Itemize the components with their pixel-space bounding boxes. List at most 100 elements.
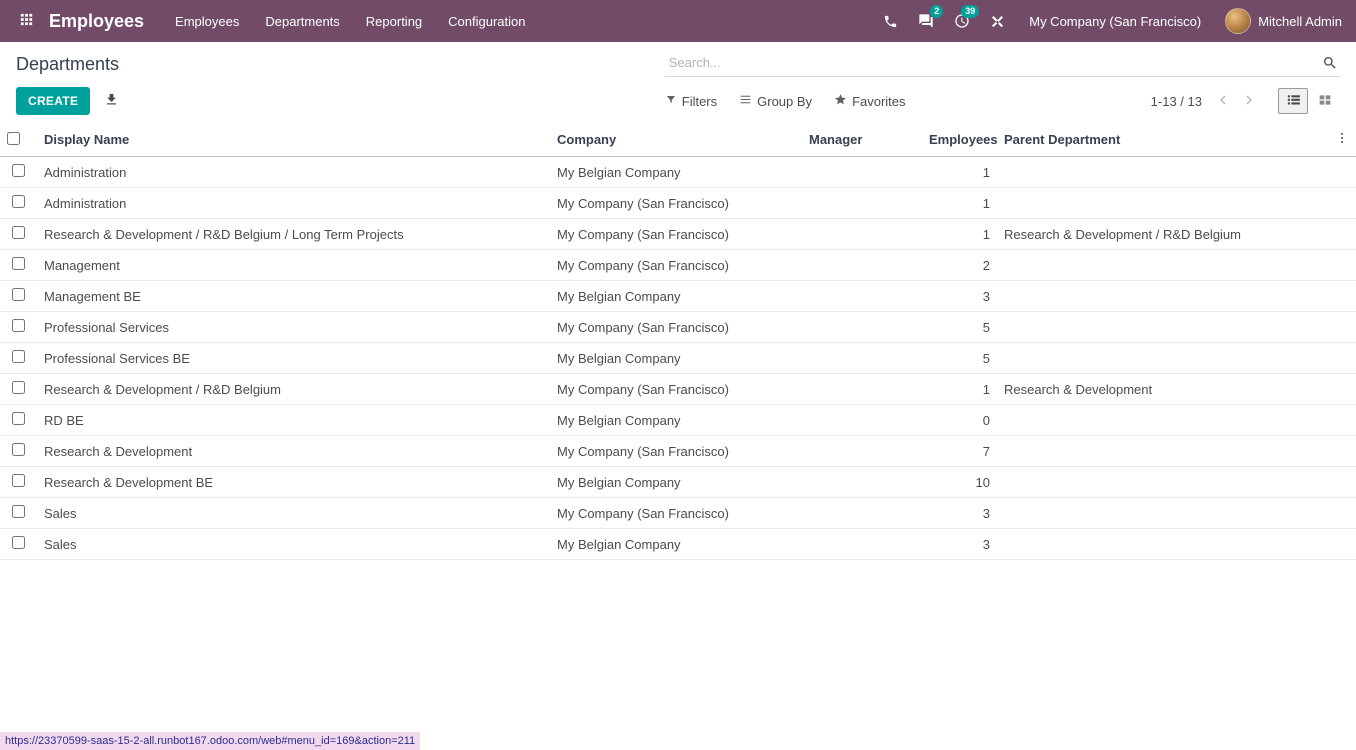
row-checkbox[interactable] <box>12 319 25 332</box>
pager-next-button[interactable] <box>1238 89 1260 114</box>
breadcrumb: Departments <box>16 54 665 77</box>
cell-display-name: Research & Development BE <box>37 467 550 498</box>
table-row[interactable]: Management BEMy Belgian Company3 <box>0 281 1356 312</box>
row-checkbox-cell <box>0 219 37 250</box>
cell-employees: 1 <box>922 219 997 250</box>
cell-company: My Company (San Francisco) <box>550 250 802 281</box>
search-icon[interactable] <box>1322 55 1338 71</box>
chevron-left-icon <box>1214 91 1232 112</box>
row-checkbox-cell <box>0 157 37 188</box>
messages-button[interactable]: 2 <box>908 0 944 42</box>
export-button[interactable] <box>102 90 121 112</box>
cell-display-name: Sales <box>37 529 550 560</box>
optional-columns-icon[interactable] <box>1335 131 1349 145</box>
company-switcher[interactable]: My Company (San Francisco) <box>1015 14 1215 29</box>
cell-display-name: Professional Services <box>37 312 550 343</box>
activities-button[interactable]: 39 <box>944 0 980 42</box>
download-icon <box>104 92 119 110</box>
create-button[interactable]: CREATE <box>16 87 90 115</box>
row-checkbox-cell <box>0 188 37 219</box>
cell-employees: 7 <box>922 436 997 467</box>
row-checkbox[interactable] <box>12 412 25 425</box>
table-row[interactable]: AdministrationMy Belgian Company1 <box>0 157 1356 188</box>
select-all-checkbox[interactable] <box>7 132 20 145</box>
favorites-button[interactable]: Favorites <box>834 93 905 109</box>
row-checkbox-cell <box>0 312 37 343</box>
cell-company: My Belgian Company <box>550 467 802 498</box>
row-checkbox-cell <box>0 467 37 498</box>
user-menu[interactable]: Mitchell Admin <box>1215 8 1346 34</box>
app-title: Employees <box>49 11 144 32</box>
cell-manager <box>802 405 922 436</box>
pager-previous-button[interactable] <box>1212 89 1234 114</box>
support-tools-button[interactable] <box>980 0 1015 42</box>
avatar <box>1225 8 1251 34</box>
search-input[interactable] <box>667 54 1322 71</box>
pager: 1-13 / 13 <box>1151 89 1260 114</box>
column-header-manager[interactable]: Manager <box>802 123 922 157</box>
cell-parent-department: Research & Development <box>997 374 1328 405</box>
cell-options <box>1328 219 1356 250</box>
table-row[interactable]: Professional Services BEMy Belgian Compa… <box>0 343 1356 374</box>
menu-employees[interactable]: Employees <box>162 0 252 42</box>
departments-table: Display Name Company Manager Employees P… <box>0 123 1356 560</box>
menu-reporting[interactable]: Reporting <box>353 0 435 42</box>
cell-display-name: Sales <box>37 498 550 529</box>
chevron-right-icon <box>1240 91 1258 112</box>
row-checkbox[interactable] <box>12 536 25 549</box>
row-checkbox-cell <box>0 498 37 529</box>
row-checkbox[interactable] <box>12 474 25 487</box>
page-title: Departments <box>16 54 665 77</box>
row-checkbox-cell <box>0 436 37 467</box>
filters-button[interactable]: Filters <box>665 94 717 109</box>
table-row[interactable]: ManagementMy Company (San Francisco)2 <box>0 250 1356 281</box>
cell-options <box>1328 436 1356 467</box>
cell-manager <box>802 281 922 312</box>
table-row[interactable]: RD BEMy Belgian Company0 <box>0 405 1356 436</box>
table-row[interactable]: Professional ServicesMy Company (San Fra… <box>0 312 1356 343</box>
cell-parent-department <box>997 188 1328 219</box>
table-row[interactable]: SalesMy Company (San Francisco)3 <box>0 498 1356 529</box>
column-header-company[interactable]: Company <box>550 123 802 157</box>
cell-display-name: Management <box>37 250 550 281</box>
table-row[interactable]: SalesMy Belgian Company3 <box>0 529 1356 560</box>
kanban-view-button[interactable] <box>1310 88 1340 114</box>
row-checkbox[interactable] <box>12 505 25 518</box>
cell-company: My Belgian Company <box>550 405 802 436</box>
table-row[interactable]: Research & Development BEMy Belgian Comp… <box>0 467 1356 498</box>
column-header-employees[interactable]: Employees <box>922 123 997 157</box>
menu-departments[interactable]: Departments <box>252 0 352 42</box>
breadcrumb-search-row: Departments <box>0 42 1356 77</box>
cell-employees: 1 <box>922 188 997 219</box>
voip-button[interactable] <box>873 0 908 42</box>
cell-company: My Company (San Francisco) <box>550 312 802 343</box>
row-checkbox[interactable] <box>12 257 25 270</box>
filter-funnel-icon <box>665 94 677 109</box>
table-row[interactable]: Research & Development / R&D Belgium / L… <box>0 219 1356 250</box>
row-checkbox[interactable] <box>12 226 25 239</box>
apps-menu-button[interactable] <box>8 0 45 42</box>
favorites-label: Favorites <box>852 94 905 109</box>
list-view-button[interactable] <box>1278 88 1308 114</box>
row-checkbox[interactable] <box>12 381 25 394</box>
cell-options <box>1328 157 1356 188</box>
table-body: AdministrationMy Belgian Company1Adminis… <box>0 157 1356 560</box>
table-row[interactable]: AdministrationMy Company (San Francisco)… <box>0 188 1356 219</box>
table-row[interactable]: Research & DevelopmentMy Company (San Fr… <box>0 436 1356 467</box>
table-row[interactable]: Research & Development / R&D BelgiumMy C… <box>0 374 1356 405</box>
apps-grid-icon <box>18 11 35 31</box>
cell-parent-department <box>997 250 1328 281</box>
row-checkbox[interactable] <box>12 195 25 208</box>
cell-employees: 3 <box>922 281 997 312</box>
row-checkbox[interactable] <box>12 288 25 301</box>
column-header-display-name[interactable]: Display Name <box>37 123 550 157</box>
control-panel-right: Filters Group By Favorites 1-13 / 13 <box>665 88 1340 114</box>
row-checkbox[interactable] <box>12 443 25 456</box>
row-checkbox[interactable] <box>12 164 25 177</box>
group-by-button[interactable]: Group By <box>739 93 812 109</box>
column-header-parent-department[interactable]: Parent Department <box>997 123 1328 157</box>
menu-configuration[interactable]: Configuration <box>435 0 538 42</box>
statusbar-url: https://23370599-saas-15-2-all.runbot167… <box>0 732 420 750</box>
phone-icon <box>883 14 898 29</box>
row-checkbox[interactable] <box>12 350 25 363</box>
